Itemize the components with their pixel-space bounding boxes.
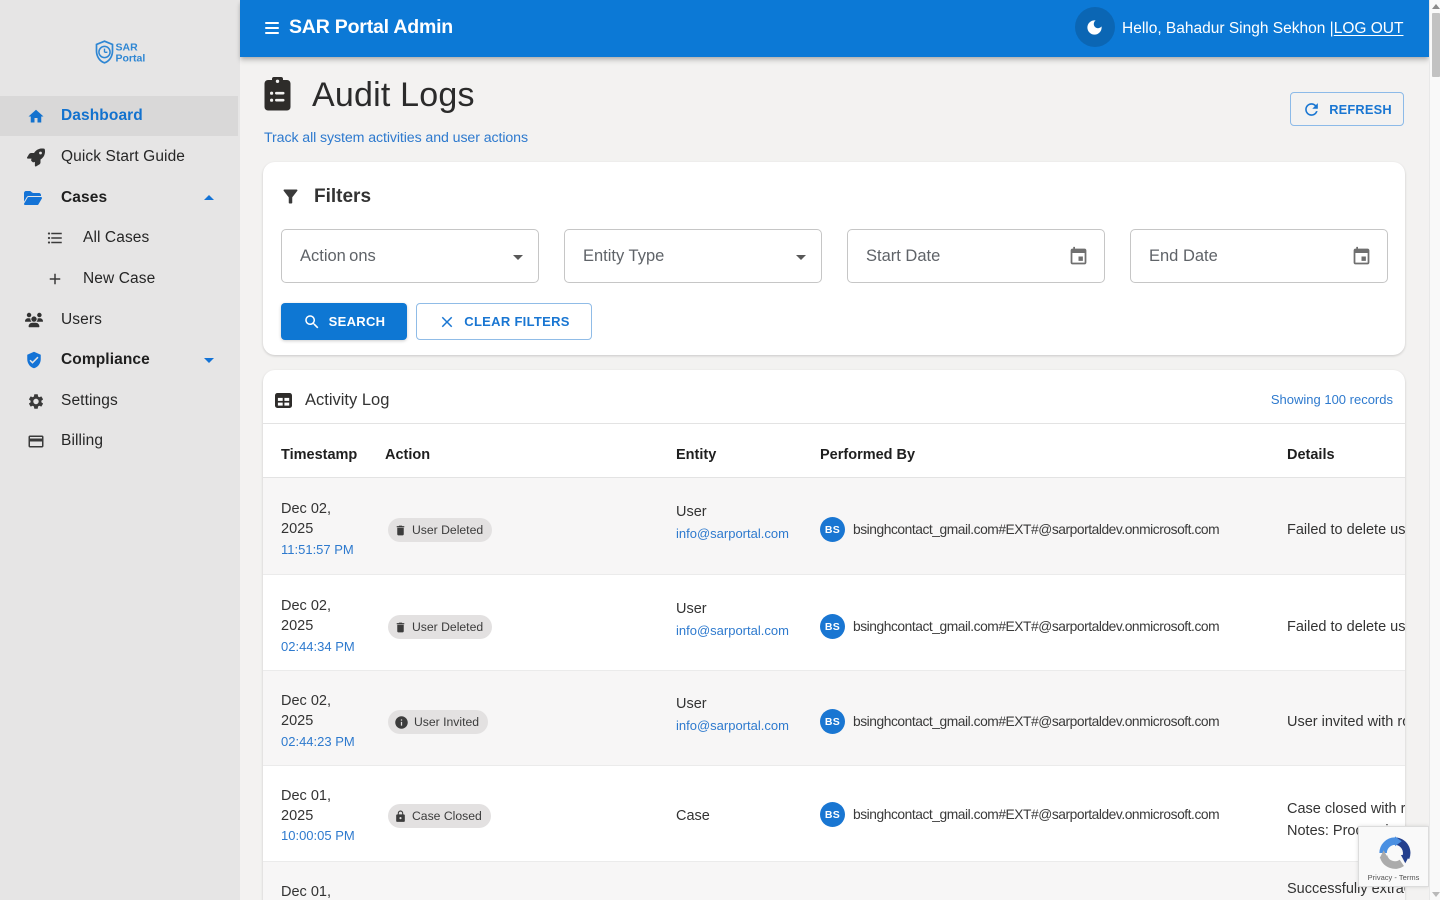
svg-text:Portal: Portal xyxy=(116,53,146,65)
